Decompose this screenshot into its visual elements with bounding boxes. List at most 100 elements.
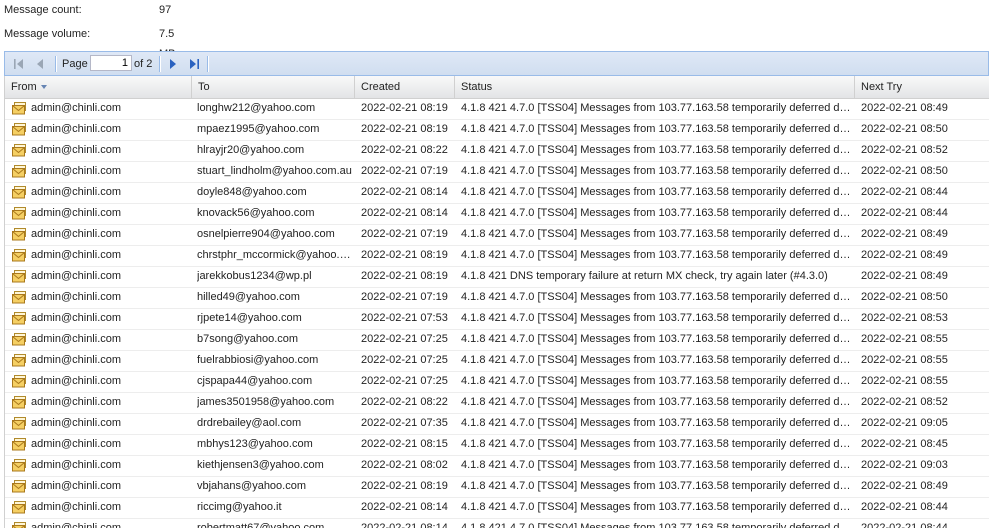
table-row[interactable]: admin@chinli.com jarekkobus1234@wp.pl 2022… <box>5 267 989 288</box>
column-header-next-try[interactable]: Next Try <box>855 76 989 98</box>
cell-from: admin@chinli.com <box>31 354 122 366</box>
toolbar-separator <box>207 56 209 72</box>
cell-status: 4.1.8 421 4.7.0 [TSS04] Messages from 10… <box>461 417 855 429</box>
sort-descending-icon <box>40 85 47 90</box>
cell-next-try: 2022-02-21 08:49 <box>861 228 948 240</box>
cell-from: admin@chinli.com <box>31 396 122 408</box>
last-page-icon[interactable] <box>186 56 202 72</box>
column-header-from-label: From <box>11 81 37 93</box>
cell-next-try: 2022-02-21 09:03 <box>861 459 948 471</box>
envelope-icon <box>12 480 27 493</box>
cell-status: 4.1.8 421 4.7.0 [TSS04] Messages from 10… <box>461 165 855 177</box>
column-header-to[interactable]: To <box>192 76 355 98</box>
cell-to: hlrayjr20@yahoo.com <box>197 144 305 156</box>
cell-from: admin@chinli.com <box>31 333 122 345</box>
cell-next-try: 2022-02-21 08:55 <box>861 375 948 387</box>
cell-status: 4.1.8 421 4.7.0 [TSS04] Messages from 10… <box>461 102 855 114</box>
message-count-label: Message count: <box>4 4 82 16</box>
cell-status: 4.1.8 421 4.7.0 [TSS04] Messages from 10… <box>461 249 855 261</box>
table-row[interactable]: admin@chinli.com vbjahans@yahoo.com 2022-0… <box>5 477 989 498</box>
cell-created: 2022-02-21 08:15 <box>361 438 448 450</box>
first-page-icon[interactable] <box>11 56 27 72</box>
cell-created: 2022-02-21 07:25 <box>361 333 448 345</box>
cell-from: admin@chinli.com <box>31 501 122 513</box>
envelope-icon <box>12 144 27 157</box>
message-count-value: 97 <box>159 4 172 16</box>
column-header-to-label: To <box>198 81 210 93</box>
cell-next-try: 2022-02-21 08:45 <box>861 438 948 450</box>
cell-to: robertmatt67@yahoo.com <box>197 522 325 528</box>
table-row[interactable]: admin@chinli.com cjspapa44@yahoo.com 2022-… <box>5 372 989 393</box>
table-row[interactable]: admin@chinli.com drdrebailey@aol.com 2022-… <box>5 414 989 435</box>
envelope-icon <box>12 417 27 430</box>
table-row[interactable]: admin@chinli.com riccimg@yahoo.it 2022-02-… <box>5 498 989 519</box>
cell-to: drdrebailey@aol.com <box>197 417 302 429</box>
column-header-created-label: Created <box>361 81 401 93</box>
column-header-status[interactable]: Status <box>455 76 855 98</box>
table-row[interactable]: admin@chinli.com rjpete14@yahoo.com 2022-0… <box>5 309 989 330</box>
cell-next-try: 2022-02-21 08:49 <box>861 249 948 261</box>
envelope-icon <box>12 501 27 514</box>
table-row[interactable]: admin@chinli.com hlrayjr20@yahoo.com 2022-… <box>5 141 989 162</box>
envelope-icon <box>12 165 27 178</box>
cell-created: 2022-02-21 08:22 <box>361 144 448 156</box>
page-label: Page <box>62 58 88 70</box>
column-header-from[interactable]: From <box>5 76 192 98</box>
cell-status: 4.1.8 421 4.7.0 [TSS04] Messages from 10… <box>461 480 855 492</box>
cell-from: admin@chinli.com <box>31 480 122 492</box>
envelope-icon <box>12 333 27 346</box>
cell-from: admin@chinli.com <box>31 186 122 198</box>
table-row[interactable]: admin@chinli.com knovack56@yahoo.com 2022-… <box>5 204 989 225</box>
cell-created: 2022-02-21 07:19 <box>361 228 448 240</box>
cell-created: 2022-02-21 08:14 <box>361 501 448 513</box>
table-row[interactable]: admin@chinli.com robertmatt67@yahoo.com 20… <box>5 519 989 528</box>
cell-next-try: 2022-02-21 08:52 <box>861 144 948 156</box>
cell-status: 4.1.8 421 4.7.0 [TSS04] Messages from 10… <box>461 501 855 513</box>
cell-from: admin@chinli.com <box>31 123 122 135</box>
cell-created: 2022-02-21 07:19 <box>361 165 448 177</box>
envelope-icon <box>12 522 27 528</box>
cell-status: 4.1.8 421 4.7.0 [TSS04] Messages from 10… <box>461 438 855 450</box>
envelope-icon <box>12 459 27 472</box>
table-row[interactable]: admin@chinli.com hilled49@yahoo.com 2022-0… <box>5 288 989 309</box>
cell-next-try: 2022-02-21 08:50 <box>861 123 948 135</box>
cell-created: 2022-02-21 08:19 <box>361 249 448 261</box>
previous-page-icon[interactable] <box>32 56 48 72</box>
table-row[interactable]: admin@chinli.com chrstphr_mccormick@yahoo… <box>5 246 989 267</box>
table-row[interactable]: admin@chinli.com osnelpierre904@yahoo.com… <box>5 225 989 246</box>
column-header-status-label: Status <box>461 81 493 93</box>
table-row[interactable]: admin@chinli.com kiethjensen3@yahoo.com 20… <box>5 456 989 477</box>
cell-from: admin@chinli.com <box>31 417 122 429</box>
cell-from: admin@chinli.com <box>31 144 122 156</box>
table-row[interactable]: admin@chinli.com james3501958@yahoo.com 20… <box>5 393 989 414</box>
envelope-icon <box>12 123 27 136</box>
cell-next-try: 2022-02-21 08:49 <box>861 270 948 282</box>
table-row[interactable]: admin@chinli.com fuelrabbiosi@yahoo.com 20… <box>5 351 989 372</box>
cell-created: 2022-02-21 08:19 <box>361 480 448 492</box>
cell-created: 2022-02-21 07:19 <box>361 291 448 303</box>
message-volume-label: Message volume: <box>4 28 91 40</box>
page-number-input[interactable] <box>90 55 132 71</box>
cell-to: chrstphr_mccormick@yahoo.com <box>197 249 353 261</box>
column-header-created[interactable]: Created <box>355 76 455 98</box>
cell-status: 4.1.8 421 DNS temporary failure at retur… <box>461 270 828 282</box>
cell-from: admin@chinli.com <box>31 102 122 114</box>
table-row[interactable]: admin@chinli.com stuart_lindholm@yahoo.co… <box>5 162 989 183</box>
cell-to: rjpete14@yahoo.com <box>197 312 302 324</box>
cell-status: 4.1.8 421 4.7.0 [TSS04] Messages from 10… <box>461 207 855 219</box>
cell-status: 4.1.8 421 4.7.0 [TSS04] Messages from 10… <box>461 291 855 303</box>
next-page-icon[interactable] <box>165 56 181 72</box>
cell-created: 2022-02-21 08:22 <box>361 396 448 408</box>
table-row[interactable]: admin@chinli.com doyle848@yahoo.com 2022-0… <box>5 183 989 204</box>
table-row[interactable]: admin@chinli.com longhw212@yahoo.com 2022-… <box>5 99 989 120</box>
table-row[interactable]: admin@chinli.com b7song@yahoo.com 2022-02-… <box>5 330 989 351</box>
envelope-icon <box>12 312 27 325</box>
cell-next-try: 2022-02-21 08:55 <box>861 333 948 345</box>
cell-created: 2022-02-21 08:02 <box>361 459 448 471</box>
cell-to: fuelrabbiosi@yahoo.com <box>197 354 319 366</box>
table-row[interactable]: admin@chinli.com mbhys123@yahoo.com 2022-0… <box>5 435 989 456</box>
table-row[interactable]: admin@chinli.com mpaez1995@yahoo.com 2022-… <box>5 120 989 141</box>
cell-to: b7song@yahoo.com <box>197 333 299 345</box>
cell-from: admin@chinli.com <box>31 459 122 471</box>
cell-to: mpaez1995@yahoo.com <box>197 123 320 135</box>
